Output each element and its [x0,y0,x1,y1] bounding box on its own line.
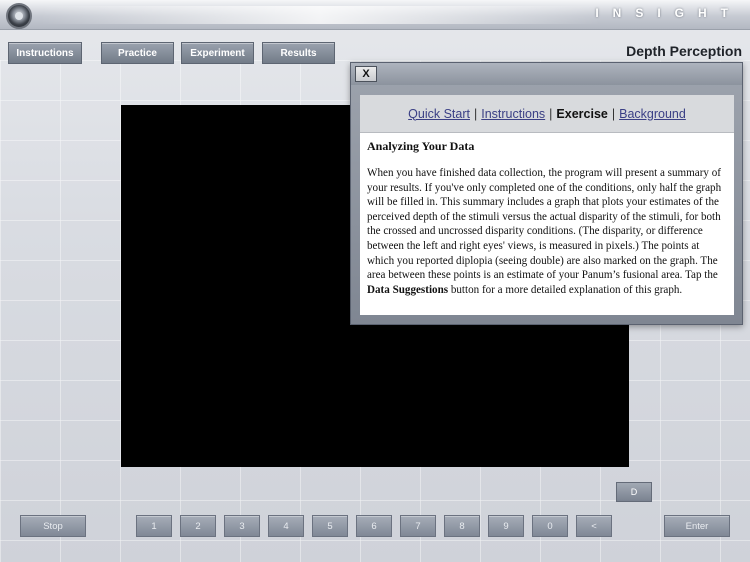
enter-button[interactable]: Enter [664,515,730,537]
page-title: Depth Perception [626,43,742,59]
key-9[interactable]: 9 [488,515,524,537]
experiment-button[interactable]: Experiment [181,42,254,64]
key-1[interactable]: 1 [136,515,172,537]
key-8[interactable]: 8 [444,515,480,537]
stop-button[interactable]: Stop [20,515,86,537]
app-header: INSIGHT [0,0,750,30]
key-7[interactable]: 7 [400,515,436,537]
tab-exercise[interactable]: Exercise [556,107,607,121]
results-button[interactable]: Results [262,42,335,64]
key-4[interactable]: 4 [268,515,304,537]
practice-button[interactable]: Practice [101,42,174,64]
tab-separator: | [611,106,616,121]
info-panel: X Quick Start | Instructions | Exercise … [350,62,743,325]
tab-background[interactable]: Background [619,107,686,121]
body-text: When you have finished data collection, … [367,167,722,282]
tab-separator: | [474,106,478,121]
body-text-end: button for a more detailed explanation o… [448,283,683,296]
section-heading: Analyzing Your Data [367,139,475,153]
key-6[interactable]: 6 [356,515,392,537]
section-body: When you have finished data collection, … [367,166,727,297]
panel-titlebar: X [351,63,742,85]
tab-instructions[interactable]: Instructions [481,107,545,121]
brand-logo: INSIGHT [595,6,742,20]
key-5[interactable]: 5 [312,515,348,537]
key-3[interactable]: 3 [224,515,260,537]
header-highlight [40,6,600,24]
backspace-key[interactable]: < [576,515,612,537]
instructions-button[interactable]: Instructions [8,42,82,64]
panel-content: Analyzing Your Data When you have finish… [360,133,734,315]
tab-quick-start[interactable]: Quick Start [408,107,470,121]
key-2[interactable]: 2 [180,515,216,537]
key-0[interactable]: 0 [532,515,568,537]
panel-tabs: Quick Start | Instructions | Exercise | … [360,95,734,133]
d-button[interactable]: D [616,482,652,502]
close-button[interactable]: X [355,66,377,82]
tab-separator: | [549,106,553,121]
data-suggestions-reference: Data Suggestions [367,283,449,296]
eye-logo-icon[interactable] [6,3,32,29]
